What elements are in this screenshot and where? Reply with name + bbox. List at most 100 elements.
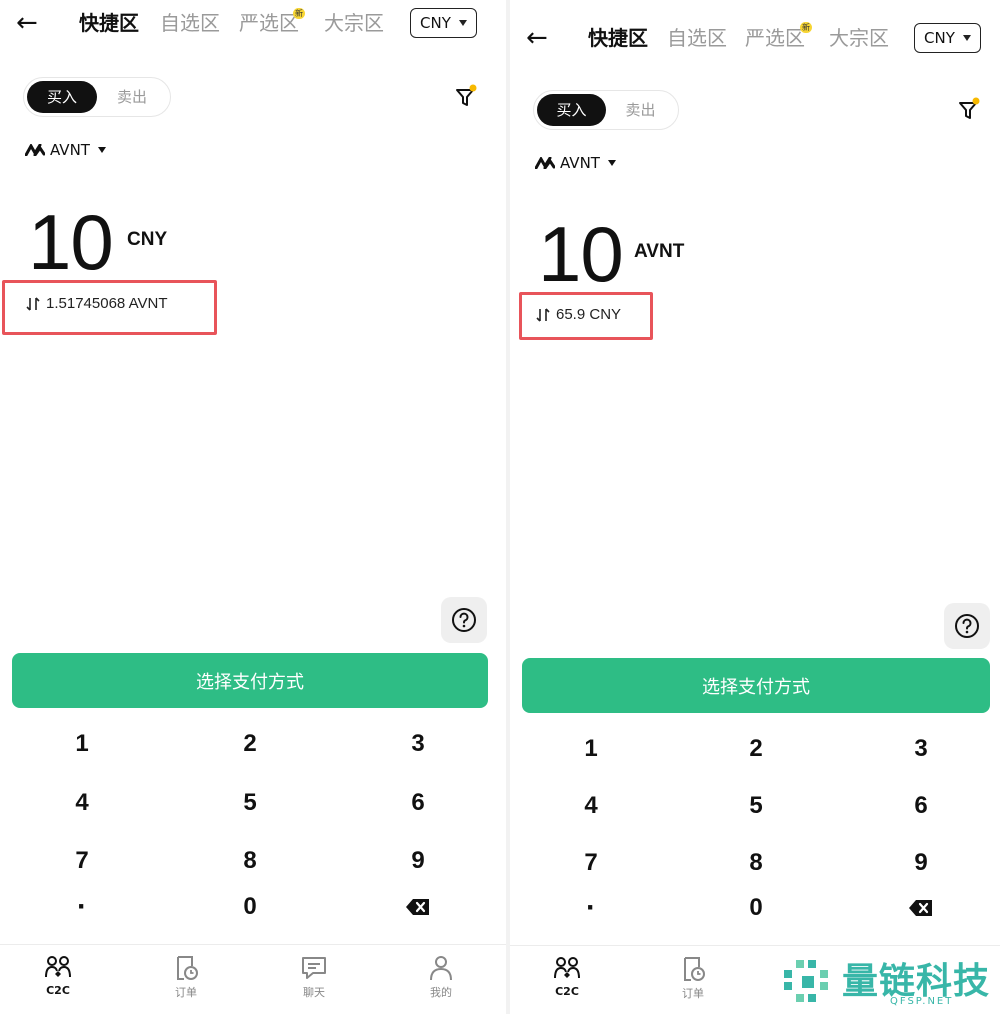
tab-bulk[interactable]: 大宗区 bbox=[829, 25, 889, 51]
nav-c2c-label: C2C bbox=[46, 984, 70, 997]
nav-c2c[interactable]: C2C bbox=[18, 955, 98, 997]
key-4[interactable]: 4 bbox=[22, 781, 142, 825]
backspace-key[interactable] bbox=[358, 885, 478, 929]
tab-bulk[interactable]: 大宗区 bbox=[324, 10, 384, 36]
select-payment-button[interactable]: 选择支付方式 bbox=[522, 658, 990, 713]
filter-icon[interactable] bbox=[957, 97, 983, 123]
profile-icon bbox=[430, 956, 452, 981]
orders-icon bbox=[177, 956, 198, 980]
help-button[interactable] bbox=[441, 597, 487, 643]
backspace-icon bbox=[406, 899, 429, 915]
key-2[interactable]: 2 bbox=[696, 727, 816, 771]
nav-c2c[interactable]: C2C bbox=[527, 956, 607, 998]
tab-watchlist[interactable]: 自选区 bbox=[160, 10, 220, 36]
chat-icon bbox=[302, 957, 326, 979]
token-select[interactable]: AVNT bbox=[535, 154, 616, 172]
sell-button[interactable]: 卖出 bbox=[606, 94, 675, 126]
buy-button[interactable]: 买入 bbox=[537, 94, 606, 126]
currency-select[interactable]: CNY bbox=[914, 23, 981, 53]
tab-watchlist[interactable]: 自选区 bbox=[667, 25, 727, 51]
backspace-key[interactable] bbox=[861, 886, 981, 930]
nav-orders-label: 订单 bbox=[682, 987, 704, 1000]
filter-icon[interactable] bbox=[454, 84, 480, 110]
sell-button[interactable]: 卖出 bbox=[97, 81, 167, 113]
currency-select[interactable]: CNY bbox=[410, 8, 477, 38]
tab-selected[interactable]: 严选区 bbox=[745, 25, 805, 51]
caret-down-icon bbox=[962, 35, 971, 41]
currency-value: CNY bbox=[924, 28, 955, 47]
c2c-users-icon bbox=[45, 956, 71, 978]
key-3[interactable]: 3 bbox=[861, 727, 981, 771]
help-button[interactable] bbox=[944, 603, 990, 649]
buy-sell-toggle: 买入 卖出 bbox=[23, 77, 171, 117]
token-select[interactable]: AVNT bbox=[25, 141, 106, 159]
amount-unit: CNY bbox=[127, 229, 168, 250]
key-2[interactable]: 2 bbox=[190, 722, 310, 766]
orders-icon bbox=[684, 957, 705, 981]
key-5[interactable]: 5 bbox=[696, 784, 816, 828]
left-screen: ← 快捷区 自选区 严选区 新 大宗区 CNY 买入 卖出 AVNT 10 CN… bbox=[0, 0, 506, 1014]
tab-quick[interactable]: 快捷区 bbox=[588, 25, 648, 51]
avnt-logo-icon bbox=[535, 157, 555, 169]
question-icon bbox=[955, 614, 979, 638]
avnt-logo-icon bbox=[25, 144, 45, 156]
buy-button[interactable]: 买入 bbox=[27, 81, 97, 113]
caret-down-icon bbox=[458, 20, 467, 26]
nav-c2c-label: C2C bbox=[555, 985, 579, 998]
bottom-nav: C2C 订单 聊天 我的 bbox=[0, 944, 506, 1014]
nav-profile-label: 我的 bbox=[430, 986, 452, 999]
key-dot[interactable]: · bbox=[22, 885, 142, 929]
question-icon bbox=[452, 608, 476, 632]
nav-chat[interactable]: 聊天 bbox=[274, 955, 354, 1000]
nav-orders-label: 订单 bbox=[175, 986, 197, 999]
new-badge: 新 bbox=[800, 22, 812, 33]
key-8[interactable]: 8 bbox=[190, 839, 310, 883]
key-0[interactable]: 0 bbox=[696, 886, 816, 930]
nav-profile[interactable]: 我的 bbox=[401, 955, 481, 1000]
convert-toggle[interactable]: 65.9 CNY bbox=[536, 306, 621, 323]
select-payment-button[interactable]: 选择支付方式 bbox=[12, 653, 488, 708]
watermark-logo: 量链科技 QFSP.NET bbox=[780, 952, 1000, 1012]
back-arrow-icon[interactable]: ← bbox=[526, 25, 548, 51]
swap-vertical-icon bbox=[26, 296, 40, 311]
key-7[interactable]: 7 bbox=[531, 841, 651, 885]
amount-value: 10 bbox=[538, 210, 624, 298]
caret-down-icon bbox=[97, 147, 106, 153]
key-3[interactable]: 3 bbox=[358, 722, 478, 766]
key-5[interactable]: 5 bbox=[190, 781, 310, 825]
key-9[interactable]: 9 bbox=[861, 841, 981, 885]
convert-toggle[interactable]: 1.51745068 AVNT bbox=[26, 295, 167, 312]
new-badge: 新 bbox=[293, 8, 305, 19]
amount-unit: AVNT bbox=[634, 241, 685, 262]
nav-orders[interactable]: 订单 bbox=[146, 955, 226, 1000]
key-4[interactable]: 4 bbox=[531, 784, 651, 828]
converted-value: 65.9 CNY bbox=[556, 306, 622, 323]
caret-down-icon bbox=[607, 160, 616, 166]
key-6[interactable]: 6 bbox=[358, 781, 478, 825]
right-screen: ← 快捷区 自选区 严选区 新 大宗区 CNY 买入 卖出 AVNT 10 AV… bbox=[510, 0, 1000, 1014]
key-dot[interactable]: · bbox=[531, 886, 651, 930]
buy-sell-toggle: 买入 卖出 bbox=[533, 90, 679, 130]
currency-value: CNY bbox=[420, 13, 451, 32]
key-7[interactable]: 7 bbox=[22, 839, 142, 883]
key-1[interactable]: 1 bbox=[531, 727, 651, 771]
swap-vertical-icon bbox=[536, 307, 550, 322]
key-0[interactable]: 0 bbox=[190, 885, 310, 929]
watermark-sub: QFSP.NET bbox=[890, 996, 954, 1007]
watermark-emblem-icon bbox=[784, 960, 828, 1002]
token-name: AVNT bbox=[560, 154, 600, 172]
backspace-icon bbox=[909, 900, 932, 916]
back-arrow-icon[interactable]: ← bbox=[16, 10, 38, 36]
token-name: AVNT bbox=[50, 141, 90, 159]
key-6[interactable]: 6 bbox=[861, 784, 981, 828]
converted-value: 1.51745068 AVNT bbox=[46, 295, 168, 312]
key-1[interactable]: 1 bbox=[22, 722, 142, 766]
amount-value: 10 bbox=[28, 198, 114, 286]
key-8[interactable]: 8 bbox=[696, 841, 816, 885]
tab-quick[interactable]: 快捷区 bbox=[79, 10, 139, 36]
nav-orders[interactable]: 订单 bbox=[653, 956, 733, 1001]
c2c-users-icon bbox=[554, 957, 580, 979]
key-9[interactable]: 9 bbox=[358, 839, 478, 883]
tab-selected[interactable]: 严选区 bbox=[239, 10, 299, 36]
nav-chat-label: 聊天 bbox=[303, 986, 325, 999]
